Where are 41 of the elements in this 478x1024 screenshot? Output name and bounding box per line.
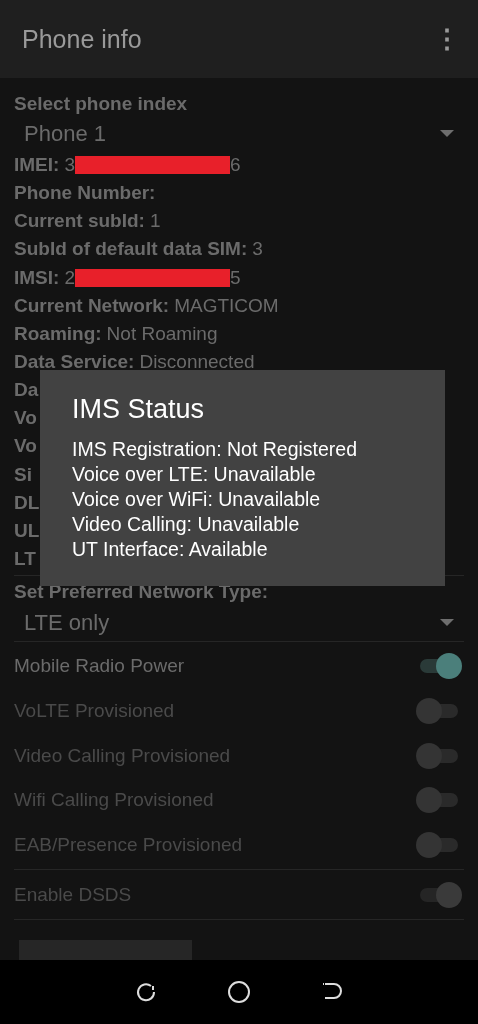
info-label: Vo — [14, 435, 37, 458]
status-line: Voice over LTE: Unavailable — [72, 462, 317, 487]
status-line: Voice over WiFi: Unavailable — [72, 487, 322, 512]
info-label: Current subId: — [14, 210, 145, 233]
info-label: DL — [14, 491, 40, 514]
phone-index-dropdown[interactable]: Phone 1 — [14, 118, 464, 151]
dialog-title: IMS Status — [72, 394, 206, 425]
network-type-dropdown[interactable]: LTE only — [14, 606, 464, 639]
field-label: Select phone index — [14, 92, 189, 117]
info-value: 6 — [229, 153, 241, 176]
app-title: Phone info — [22, 24, 142, 54]
field-label: Set Preferred Network Type: — [14, 580, 270, 605]
info-label: Si — [14, 463, 32, 486]
info-label: IMEI: — [14, 153, 60, 176]
info-label: Data Service: — [14, 351, 135, 373]
info-value: Disconnected — [139, 351, 255, 373]
info-label: Da — [14, 379, 39, 402]
info-value: 1 — [149, 210, 161, 233]
status-line: Video Calling: Unavailable — [72, 512, 301, 537]
info-value: 5 — [229, 266, 241, 289]
info-value: MAGTICOM — [174, 294, 279, 317]
setting-label: Mobile Radio Power — [14, 655, 185, 678]
dropdown-caret-icon — [440, 130, 454, 139]
status-line: IMS Registration: Not Registered — [72, 437, 359, 462]
info-label: Vo — [14, 407, 37, 430]
info-label: SubId of default data SIM: — [14, 238, 248, 261]
info-value: 3 — [252, 238, 263, 261]
info-label: IMSI: — [14, 266, 60, 289]
info-label: Roaming: — [14, 322, 102, 345]
button[interactable] — [19, 940, 192, 960]
dropdown-caret-icon — [440, 618, 454, 627]
info-label: UL — [14, 519, 40, 542]
info-value: 3 — [64, 153, 75, 176]
info-label: Phone Number: — [14, 182, 156, 205]
home-icon[interactable] — [227, 980, 251, 1004]
info-label: LT — [14, 548, 36, 571]
status-line: UT Interface: Available — [72, 537, 269, 562]
info-value: Not Roaming — [106, 322, 218, 345]
info-label: Current Network: — [14, 294, 170, 317]
more-options-button[interactable]: ⋮ — [430, 23, 464, 55]
info-value: 2 — [64, 266, 75, 289]
